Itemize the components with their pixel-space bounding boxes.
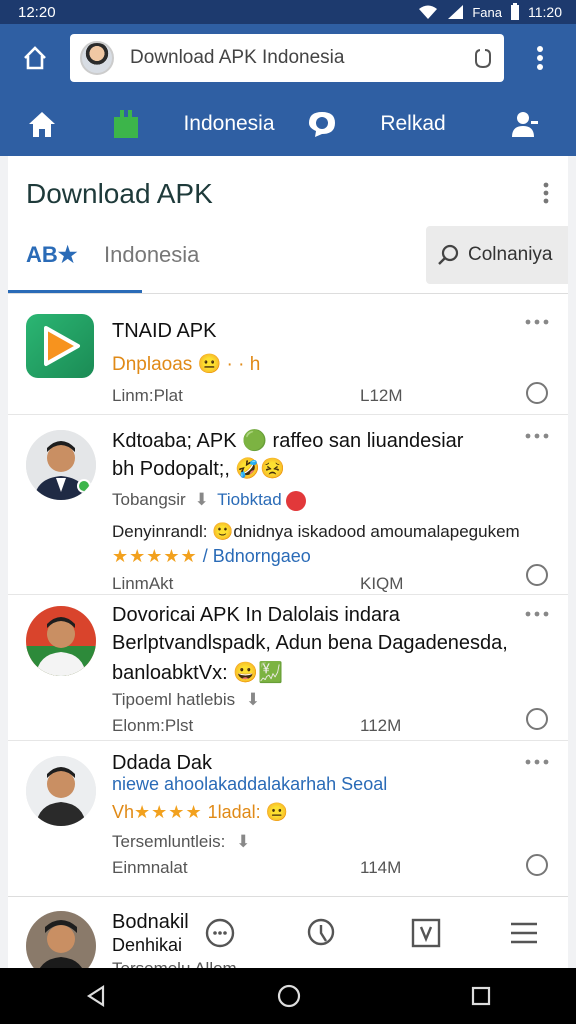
status-icons: Fana 11:20	[418, 3, 562, 21]
item-meta: Einmnalat	[112, 858, 188, 877]
more-horizontal-icon[interactable]	[524, 756, 550, 768]
item-description: Denyinrandl: 🙂dnidnya iskadood amoumalap…	[112, 522, 520, 541]
nav-location-label: Indonesia	[183, 112, 275, 135]
system-nav-bar	[0, 968, 576, 1024]
share-icon[interactable]	[470, 46, 494, 70]
item-title: Bodnakil	[112, 911, 189, 933]
bottom-tab-bar: Bodnakil Denhikai Tersemelu Allem	[8, 896, 568, 981]
item-rating: Vh★★★★ 1ladal: 😐	[112, 802, 289, 822]
more-horizontal-icon[interactable]	[524, 608, 550, 620]
status-time-left: 12:20	[18, 3, 56, 21]
item-subtitle: niewe ahoolakaddalakarhah Seoal	[112, 774, 388, 794]
item-title: TNAID APK	[112, 320, 217, 342]
item-size: 112M	[360, 716, 402, 735]
item-title-line2: Denhikai	[112, 935, 183, 955]
nav-strip: Indonesia Relkad	[0, 92, 576, 156]
back-icon[interactable]	[84, 984, 108, 1008]
search-chip[interactable]: Colnaniya	[426, 226, 568, 284]
item-title-line2: bh Podopalt;, 🤣😣	[112, 458, 286, 480]
item-tag: Tobangsir ⬇ Tiobktad	[112, 490, 307, 511]
nav-location[interactable]: Indonesia	[168, 92, 290, 156]
download-arrow-icon: ⬇	[236, 832, 251, 851]
kebab-menu-icon	[537, 46, 543, 70]
url-bar[interactable]: Download APK Indonesia	[70, 34, 504, 82]
browser-menu-button[interactable]	[504, 24, 576, 92]
more-vertical-icon[interactable]	[534, 178, 558, 208]
search-icon	[438, 244, 459, 265]
divider	[8, 414, 568, 415]
item-title: Dovoricai APK In Dalolais indara	[112, 604, 400, 626]
home-circle-icon[interactable]	[276, 983, 302, 1009]
status-time-right: 11:20	[528, 4, 562, 20]
signal-icon	[448, 5, 464, 19]
tab-indonesia[interactable]: Indonesia	[104, 242, 199, 268]
item-tag: Tersemluntleis: ⬇	[112, 832, 251, 851]
divider	[8, 594, 568, 595]
carrier-label: Fana	[472, 4, 502, 20]
item-title: Kdtoaba; APK 🟢 raffeo san liuandesiar	[112, 430, 464, 452]
browser-bar: Download APK Indonesia	[0, 24, 576, 92]
battery-icon	[511, 3, 519, 20]
more-horizontal-icon[interactable]	[524, 316, 550, 328]
nav-home[interactable]	[0, 92, 84, 156]
item-rating: ★★★★★ / Bdnorngaeo	[112, 546, 311, 566]
download-arrow-icon: ⬇	[194, 490, 209, 509]
home-outline-icon	[24, 46, 46, 70]
person-icon	[512, 112, 538, 137]
chat-bubble-icon	[309, 112, 335, 137]
item-title: Ddada Dak	[112, 752, 213, 774]
avatar	[26, 756, 96, 826]
chat-tab-icon[interactable]	[204, 917, 236, 949]
tab-ab[interactable]: AB★	[26, 242, 78, 268]
red-badge-icon	[286, 490, 307, 511]
item-size: KIQM	[360, 574, 404, 593]
avatar	[26, 606, 96, 676]
select-radio[interactable]	[526, 382, 548, 404]
nav-profile[interactable]	[472, 92, 576, 156]
item-subtitle: Dnplaoas 😐 · · h	[112, 354, 261, 375]
app-play-icon	[26, 314, 94, 378]
tab-bar: AB★ Indonesia Colnaniya	[8, 226, 568, 294]
item-meta: LinmAkt	[112, 574, 174, 593]
divider	[8, 740, 568, 741]
home-icon	[29, 112, 55, 137]
list-item[interactable]: Kdtoaba; APK 🟢 raffeo san liuandesiar bh…	[8, 418, 568, 593]
item-size: 114M	[360, 858, 402, 877]
hamburger-menu-icon[interactable]	[508, 917, 540, 949]
updates-tab-icon[interactable]	[410, 917, 442, 949]
item-tag: Tipoeml hatlebis ⬇	[112, 690, 261, 709]
rating-stars: ★★★★★	[112, 546, 198, 566]
avatar	[26, 430, 96, 500]
list-item[interactable]: Ddada Dak niewe ahoolakaddalakarhah Seoa…	[8, 744, 568, 890]
discover-tab-icon[interactable]	[306, 917, 338, 949]
url-text: Download APK Indonesia	[130, 47, 345, 68]
item-size: L12M	[360, 386, 403, 405]
download-arrow-icon: ⬇	[245, 690, 261, 709]
more-horizontal-icon[interactable]	[524, 430, 550, 442]
page-title: Download APK	[26, 178, 213, 209]
nav-related[interactable]: Relkad	[354, 92, 472, 156]
browser-home-button[interactable]	[0, 24, 70, 92]
list-item[interactable]: TNAID APK Dnplaoas 😐 · · h Linm:Plat L12…	[8, 306, 568, 414]
nav-store[interactable]	[84, 92, 168, 156]
rating-stars: ★★★★	[134, 802, 203, 822]
store-bag-icon	[114, 110, 138, 138]
status-bar: 12:20 Fana 11:20	[0, 0, 576, 24]
recents-icon[interactable]	[470, 985, 492, 1007]
item-title-line3: banloabktVx: 😀💹	[112, 662, 283, 684]
site-avatar	[80, 41, 114, 75]
nav-chat[interactable]	[290, 92, 354, 156]
wifi-icon	[419, 5, 438, 19]
search-chip-label: Colnaniya	[468, 244, 553, 265]
list-item[interactable]: Dovoricai APK In Dalolais indara Berlptv…	[8, 598, 568, 738]
item-title-line2: Berlptvandlspadk, Adun bena Dagadenesda,	[112, 632, 508, 654]
item-meta: Linm:Plat	[112, 386, 183, 405]
item-meta: Elonm:Plst	[112, 716, 194, 735]
main-card: Download APK AB★ Indonesia Colnaniya TNA…	[8, 156, 568, 981]
select-radio[interactable]	[526, 564, 548, 586]
select-radio[interactable]	[526, 708, 548, 730]
nav-related-label: Relkad	[380, 112, 446, 135]
select-radio[interactable]	[526, 854, 548, 876]
tab-indicator	[8, 290, 142, 293]
